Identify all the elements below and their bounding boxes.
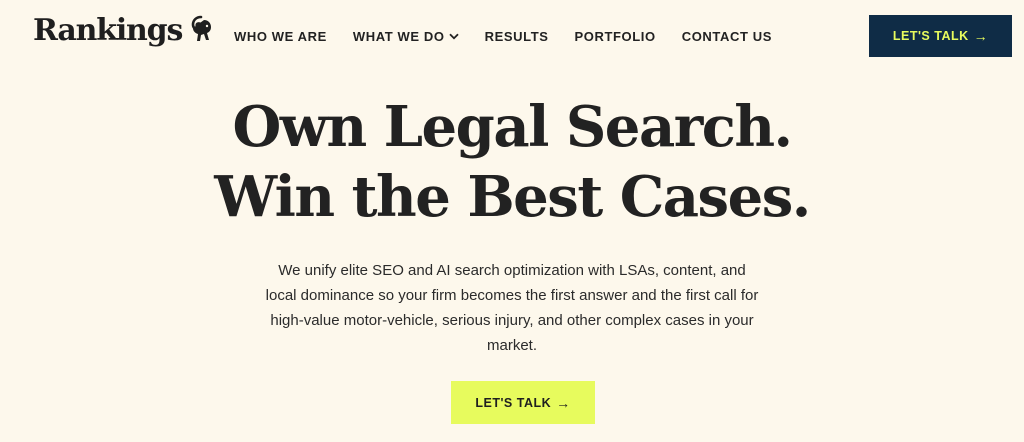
nav-item-who-we-are[interactable]: WHO WE ARE <box>234 29 327 44</box>
nav-item-label: RESULTS <box>484 29 549 44</box>
nav-item-label: CONTACT US <box>681 29 772 44</box>
nav-item-portfolio[interactable]: PORTFOLIO <box>575 29 656 44</box>
hero-lets-talk-button[interactable]: LET'S TALK → <box>451 381 595 424</box>
nav-item-label: PORTFOLIO <box>574 29 656 44</box>
site-header: Rankings WHO WE ARE WHAT WE DO RESULTS P… <box>0 0 1024 72</box>
button-label: LET'S TALK <box>475 395 552 410</box>
arrow-right-icon: → <box>556 394 571 411</box>
nav-item-label: WHAT WE DO <box>352 29 445 44</box>
hero-subtitle: We unify elite SEO and AI search optimiz… <box>265 262 759 354</box>
nav-item-contact-us[interactable]: CONTACT US <box>682 29 772 44</box>
brand-name: Rankings <box>33 13 183 48</box>
ram-icon <box>191 15 212 41</box>
nav-item-what-we-do[interactable]: WHAT WE DO <box>353 29 459 44</box>
hero-title-line-1: Own Legal Search. <box>232 94 793 160</box>
hero-title-line-2: Win the Best Cases. <box>214 164 811 230</box>
nav-item-label: WHO WE ARE <box>234 29 327 44</box>
header-lets-talk-button[interactable]: LET'S TALK → <box>869 15 1012 57</box>
nav-item-results[interactable]: RESULTS <box>485 29 549 44</box>
main-nav: WHO WE ARE WHAT WE DO RESULTS PORTFOLIO … <box>234 29 798 44</box>
brand-logo[interactable]: Rankings <box>33 13 216 48</box>
arrow-right-icon: → <box>973 28 989 44</box>
button-label: LET'S TALK <box>892 29 969 43</box>
hero-title: Own Legal Search. Win the Best Cases. <box>0 92 1024 232</box>
chevron-down-icon <box>448 33 459 40</box>
